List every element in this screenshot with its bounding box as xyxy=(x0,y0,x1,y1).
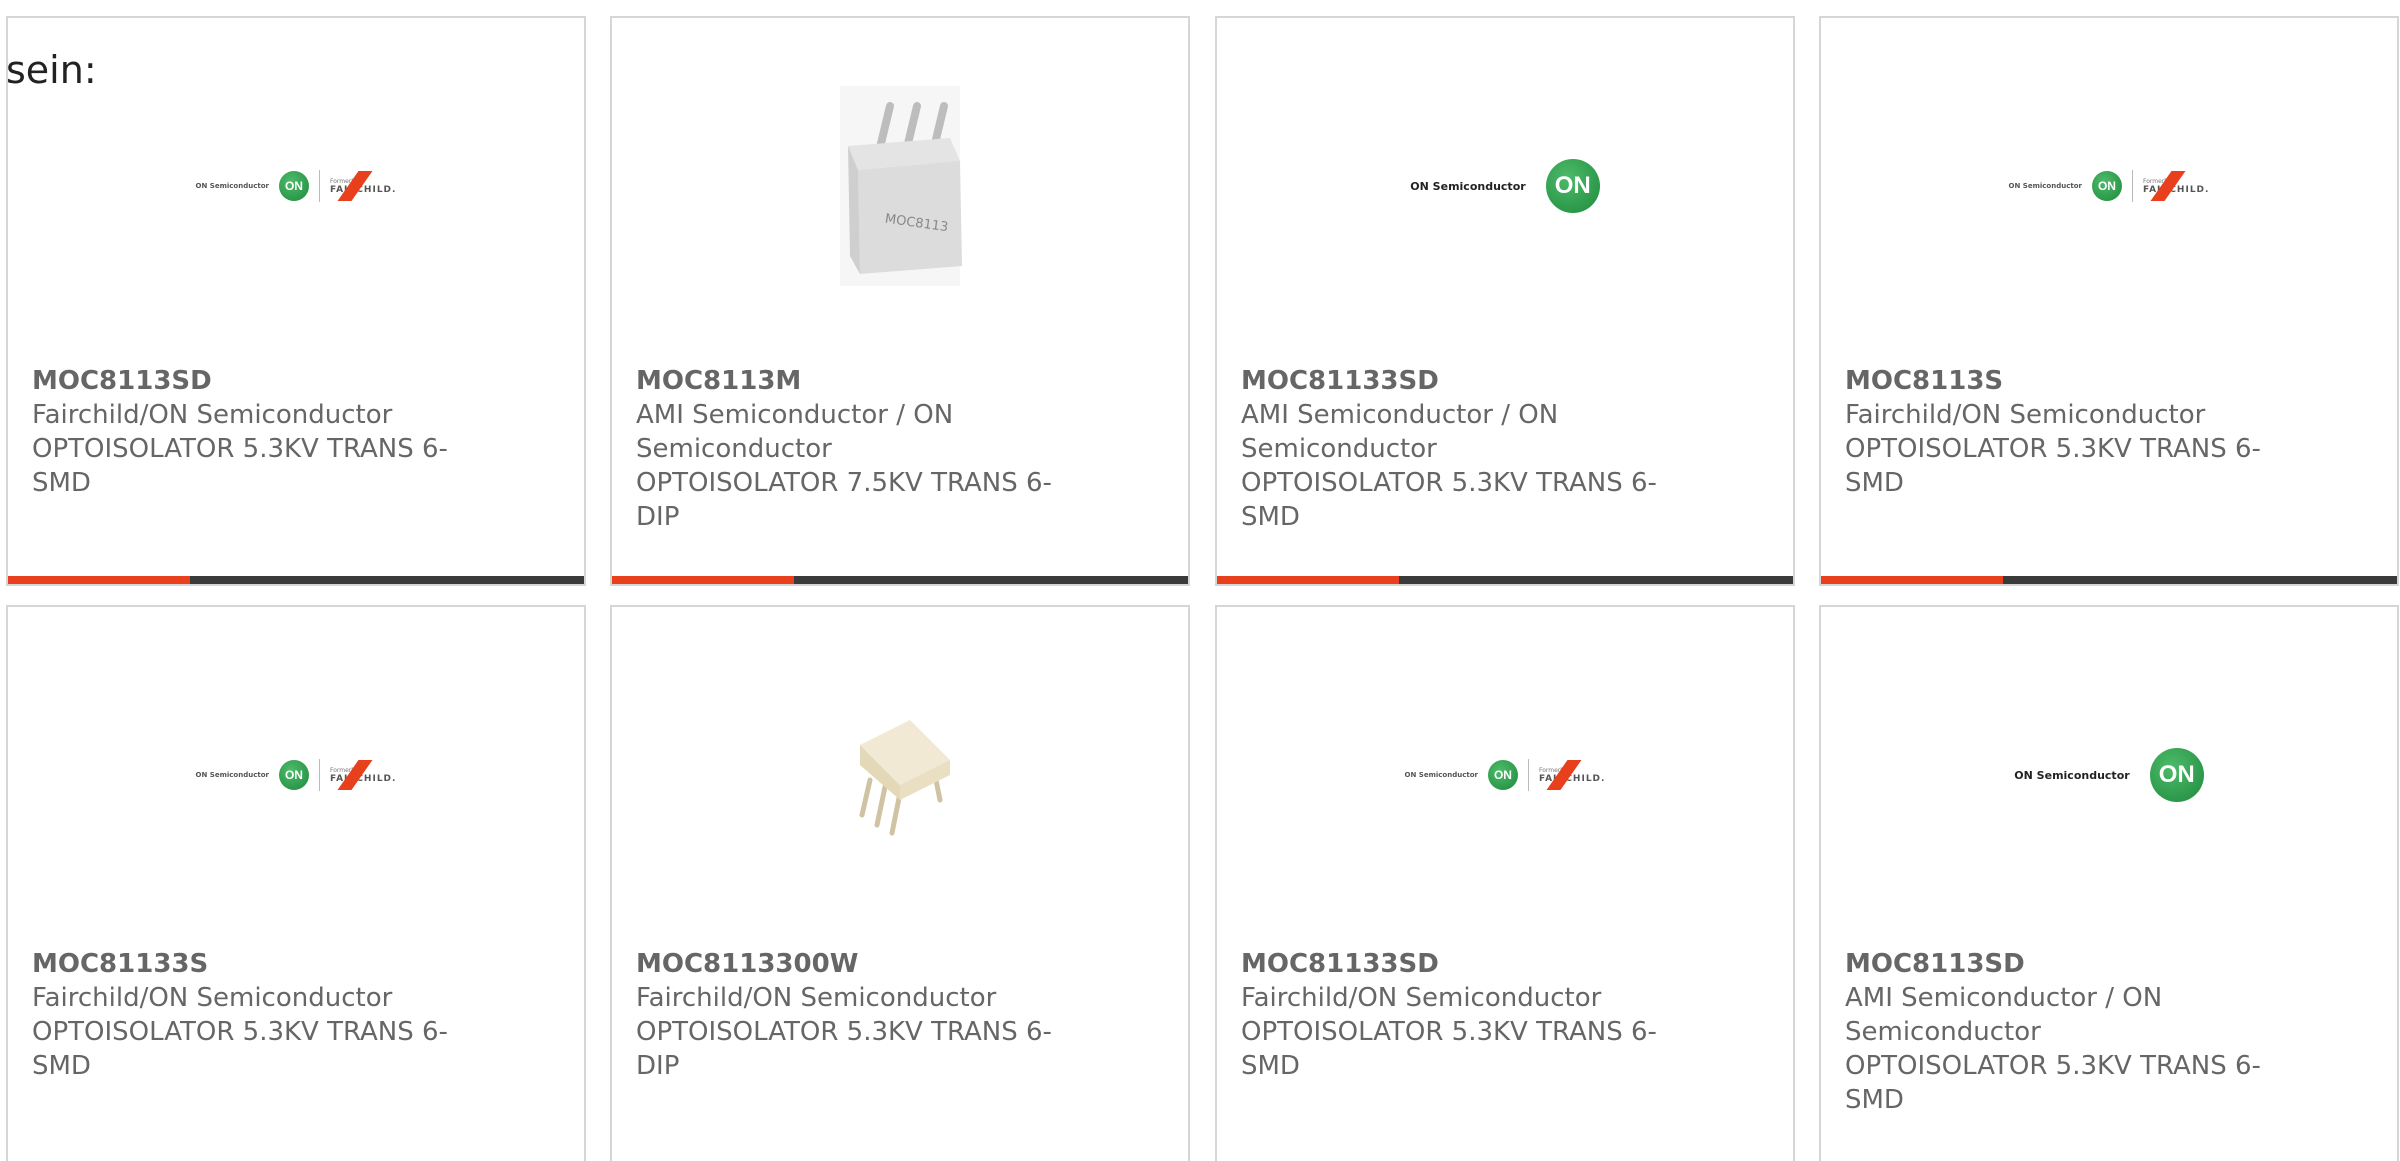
product-card[interactable]: ON Semiconductor ON Formerly FAIRCHILD. M… xyxy=(1215,605,1795,1161)
product-card[interactable]: MOC8113300W Fairchild/ON Semiconductor O… xyxy=(610,605,1190,1161)
product-image xyxy=(612,635,1188,915)
product-image: ON Semiconductor ON xyxy=(1217,46,1793,326)
manufacturer: AMI Semiconductor / ON Semiconductor xyxy=(1241,400,1559,464)
description: OPTOISOLATOR 5.3KV TRANS 6-SMD xyxy=(1241,1017,1657,1081)
description: OPTOISOLATOR 5.3KV TRANS 6-DIP xyxy=(636,1017,1052,1081)
description: OPTOISOLATOR 7.5KV TRANS 6-DIP xyxy=(636,468,1052,532)
on-fairchild-logo: ON Semiconductor ON Formerly FAIRCHILD. xyxy=(1405,759,1606,791)
product-card[interactable]: ON Semiconductor ON MOC8113SD AMI Semico… xyxy=(1819,605,2399,1161)
part-number[interactable]: MOC8113SD xyxy=(1845,947,2285,981)
chip-photo: MOC8113 xyxy=(800,86,1000,286)
part-number[interactable]: MOC81133S xyxy=(32,947,472,981)
part-number[interactable]: MOC8113S xyxy=(1845,364,2285,398)
manufacturer: Fairchild/ON Semiconductor xyxy=(1845,400,2206,430)
chip-photo xyxy=(800,675,1000,875)
manufacturer: AMI Semiconductor / ON Semiconductor xyxy=(1845,983,2163,1047)
on-fairchild-logo: ON Semiconductor ON Formerly FAIRCHILD. xyxy=(196,759,397,791)
part-number[interactable]: MOC81133SD xyxy=(1241,947,1681,981)
product-image: MOC8113 xyxy=(612,46,1188,326)
manufacturer: Fairchild/ON Semiconductor xyxy=(32,400,393,430)
part-number[interactable]: MOC8113M xyxy=(636,364,1076,398)
description: OPTOISOLATOR 5.3KV TRANS 6-SMD xyxy=(1241,468,1657,532)
part-number[interactable]: MOC8113300W xyxy=(636,947,1076,981)
manufacturer: Fairchild/ON Semiconductor xyxy=(32,983,393,1013)
description: OPTOISOLATOR 5.3KV TRANS 6-SMD xyxy=(32,434,448,498)
product-card[interactable]: MOC8113 MOC8113M AMI Semiconductor / ON … xyxy=(610,16,1190,586)
product-image: ON Semiconductor ON Formerly FAIRCHILD. xyxy=(1821,46,2397,326)
description: OPTOISOLATOR 5.3KV TRANS 6-SMD xyxy=(1845,1051,2261,1115)
on-fairchild-logo: ON Semiconductor ON Formerly FAIRCHILD. xyxy=(2009,170,2210,202)
part-number[interactable]: MOC81133SD xyxy=(1241,364,1681,398)
card-bar xyxy=(8,576,584,584)
product-card[interactable]: ON Semiconductor ON Formerly FAIRCHILD. M… xyxy=(6,605,586,1161)
on-fairchild-logo: ON Semiconductor ON Formerly FAIRCHILD. xyxy=(196,170,397,202)
manufacturer: Fairchild/ON Semiconductor xyxy=(636,983,997,1013)
manufacturer: Fairchild/ON Semiconductor xyxy=(1241,983,1602,1013)
product-image: ON Semiconductor ON Formerly FAIRCHILD. xyxy=(8,635,584,915)
description: OPTOISOLATOR 5.3KV TRANS 6-SMD xyxy=(32,1017,448,1081)
card-bar xyxy=(612,576,1188,584)
product-card[interactable]: ON Semiconductor ON Formerly FAIRCHILD. M… xyxy=(6,16,586,586)
card-bar xyxy=(1217,576,1793,584)
intro-text: sein: xyxy=(6,48,97,92)
product-image: ON Semiconductor ON Formerly FAIRCHILD. xyxy=(1217,635,1793,915)
on-semi-logo: ON Semiconductor ON xyxy=(1410,159,1600,213)
card-bar xyxy=(1821,576,2397,584)
product-image: ON Semiconductor ON xyxy=(1821,635,2397,915)
on-semi-logo: ON Semiconductor ON xyxy=(2014,748,2204,802)
product-card[interactable]: ON Semiconductor ON Formerly FAIRCHILD. M… xyxy=(1819,16,2399,586)
part-number[interactable]: MOC8113SD xyxy=(32,364,472,398)
manufacturer: AMI Semiconductor / ON Semiconductor xyxy=(636,400,954,464)
product-card[interactable]: ON Semiconductor ON MOC81133SD AMI Semic… xyxy=(1215,16,1795,586)
description: OPTOISOLATOR 5.3KV TRANS 6-SMD xyxy=(1845,434,2261,498)
